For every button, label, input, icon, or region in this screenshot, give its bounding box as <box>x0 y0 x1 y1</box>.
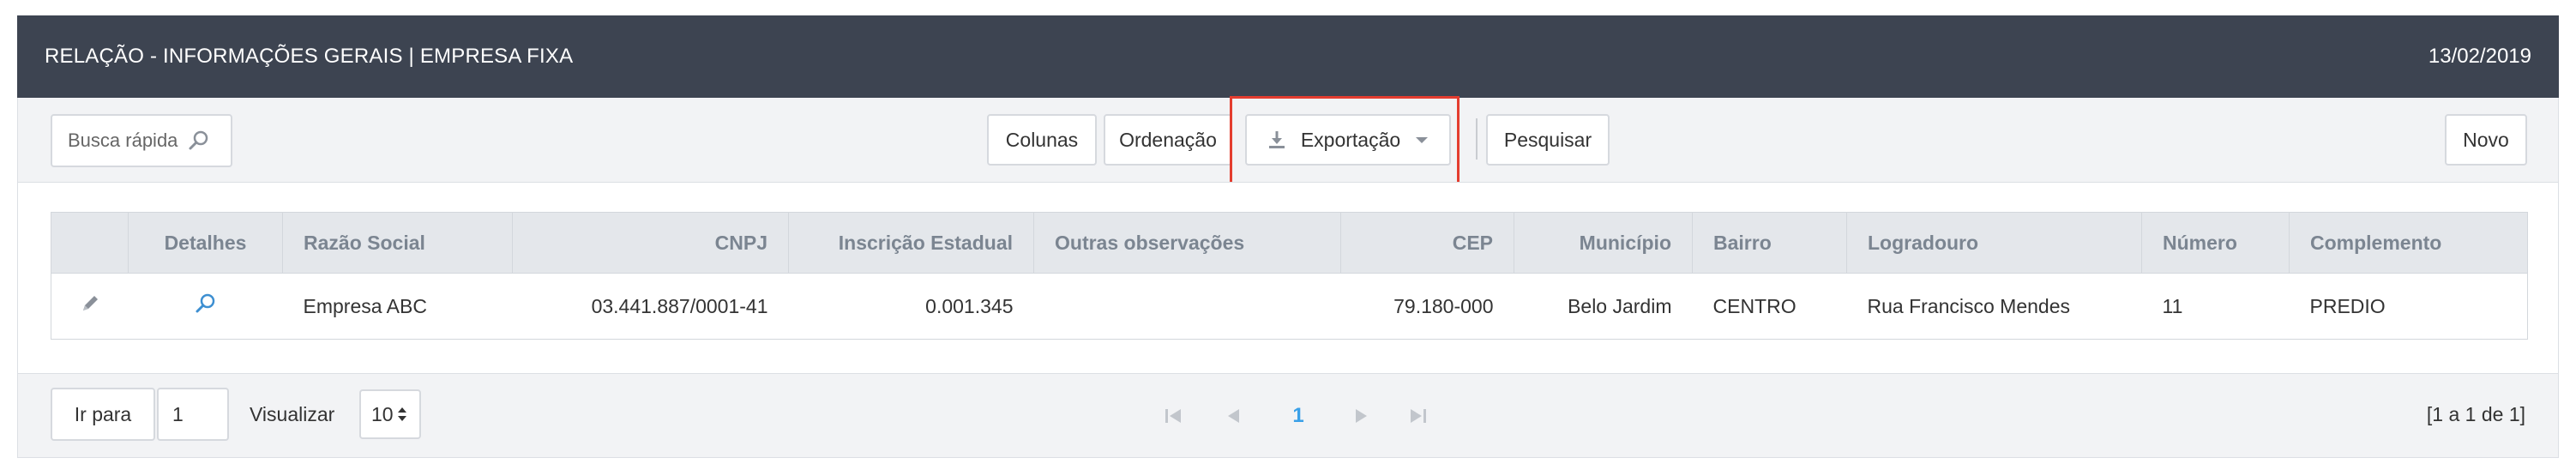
toolbar-divider <box>1476 118 1478 160</box>
cell-numero: 11 <box>2141 273 2290 340</box>
search-button-label: Pesquisar <box>1503 128 1592 151</box>
next-page-icon <box>1351 406 1372 426</box>
prev-page-icon <box>1223 406 1243 426</box>
last-page-button[interactable] <box>1405 401 1431 431</box>
sort-button[interactable]: Ordenação <box>1104 114 1232 166</box>
toolbar: Colunas Ordenação Exportação Pesquisar N <box>18 96 2558 187</box>
goto-page-label: Ir para <box>74 402 132 425</box>
page-size-select[interactable]: 10 <box>359 389 421 439</box>
prev-page-button[interactable] <box>1220 401 1246 431</box>
col-header-bairro[interactable]: Bairro <box>1692 212 1847 274</box>
goto-page-input[interactable] <box>157 388 229 441</box>
columns-button[interactable]: Colunas <box>987 114 1097 166</box>
cell-cep: 79.180-000 <box>1340 273 1514 340</box>
cell-logradouro: Rua Francisco Mendes <box>1846 273 2142 340</box>
sort-arrows-icon <box>397 406 407 423</box>
next-page-button[interactable] <box>1349 401 1375 431</box>
cell-inscricao-estadual: 0.001.345 <box>788 273 1034 340</box>
results-table: Detalhes Razão Social CNPJ Inscrição Est… <box>51 212 2528 340</box>
page: RELAÇÃO - INFORMAÇÕES GERAIS | EMPRESA F… <box>0 0 2576 470</box>
header-date: 13/02/2019 <box>2428 45 2531 68</box>
table-header-row: Detalhes Razão Social CNPJ Inscrição Est… <box>51 212 2528 274</box>
row-edit-cell <box>51 273 129 340</box>
columns-button-label: Colunas <box>1005 128 1079 151</box>
cell-municipio: Belo Jardim <box>1514 273 1693 340</box>
col-header-municipio[interactable]: Município <box>1514 212 1693 274</box>
search-icon[interactable] <box>188 130 210 152</box>
table-card: Detalhes Razão Social CNPJ Inscrição Est… <box>18 182 2558 374</box>
current-page-number: 1 <box>1292 404 1304 427</box>
search-button[interactable]: Pesquisar <box>1486 114 1610 166</box>
cell-bairro: CENTRO <box>1692 273 1847 340</box>
col-header-outras-observacoes[interactable]: Outras observações <box>1033 212 1341 274</box>
goto-page-button[interactable]: Ir para <box>51 388 155 441</box>
new-button[interactable]: Novo <box>2445 114 2527 166</box>
page-title: RELAÇÃO - INFORMAÇÕES GERAIS | EMPRESA F… <box>45 45 574 68</box>
cell-outras-observacoes <box>1033 273 1341 340</box>
col-header-razao-social[interactable]: Razão Social <box>282 212 513 274</box>
export-button[interactable]: Exportação <box>1245 114 1451 166</box>
col-header-logradouro[interactable]: Logradouro <box>1846 212 2142 274</box>
pagination-footer: Ir para Visualizar 10 1 <box>18 374 2558 458</box>
col-header-detalhes[interactable]: Detalhes <box>128 212 283 274</box>
col-header-numero[interactable]: Número <box>2141 212 2290 274</box>
col-header-actions <box>51 212 129 274</box>
page-header: RELAÇÃO - INFORMAÇÕES GERAIS | EMPRESA F… <box>17 15 2559 98</box>
table-row[interactable]: Empresa ABC 03.441.887/0001-41 0.001.345… <box>51 273 2528 340</box>
col-header-cep[interactable]: CEP <box>1340 212 1514 274</box>
export-button-label: Exportação <box>1300 128 1401 151</box>
edit-pencil-icon[interactable] <box>79 292 101 315</box>
view-label: Visualizar <box>250 403 335 425</box>
first-page-button[interactable] <box>1160 401 1186 431</box>
quick-search-input[interactable] <box>68 130 188 152</box>
main-panel: Colunas Ordenação Exportação Pesquisar N <box>17 96 2559 458</box>
col-header-complemento[interactable]: Complemento <box>2289 212 2528 274</box>
cell-complemento: PREDIO <box>2289 273 2528 340</box>
caret-down-icon <box>1414 135 1429 145</box>
quick-search-box <box>51 114 232 167</box>
cell-cnpj: 03.441.887/0001-41 <box>512 273 789 340</box>
col-header-cnpj[interactable]: CNPJ <box>512 212 789 274</box>
details-search-icon[interactable] <box>195 292 217 315</box>
download-icon <box>1267 130 1287 150</box>
pagination-summary: [1 a 1 de 1] <box>2426 403 2525 425</box>
cell-razao-social: Empresa ABC <box>282 273 513 340</box>
page-size-value: 10 <box>371 402 394 425</box>
last-page-icon <box>1408 406 1429 426</box>
col-header-inscricao-estadual[interactable]: Inscrição Estadual <box>788 212 1034 274</box>
first-page-icon <box>1163 406 1183 426</box>
row-details-cell <box>128 273 283 340</box>
new-button-label: Novo <box>2463 128 2509 151</box>
page-link-current[interactable]: 1 <box>1285 401 1311 431</box>
sort-button-label: Ordenação <box>1119 128 1217 151</box>
